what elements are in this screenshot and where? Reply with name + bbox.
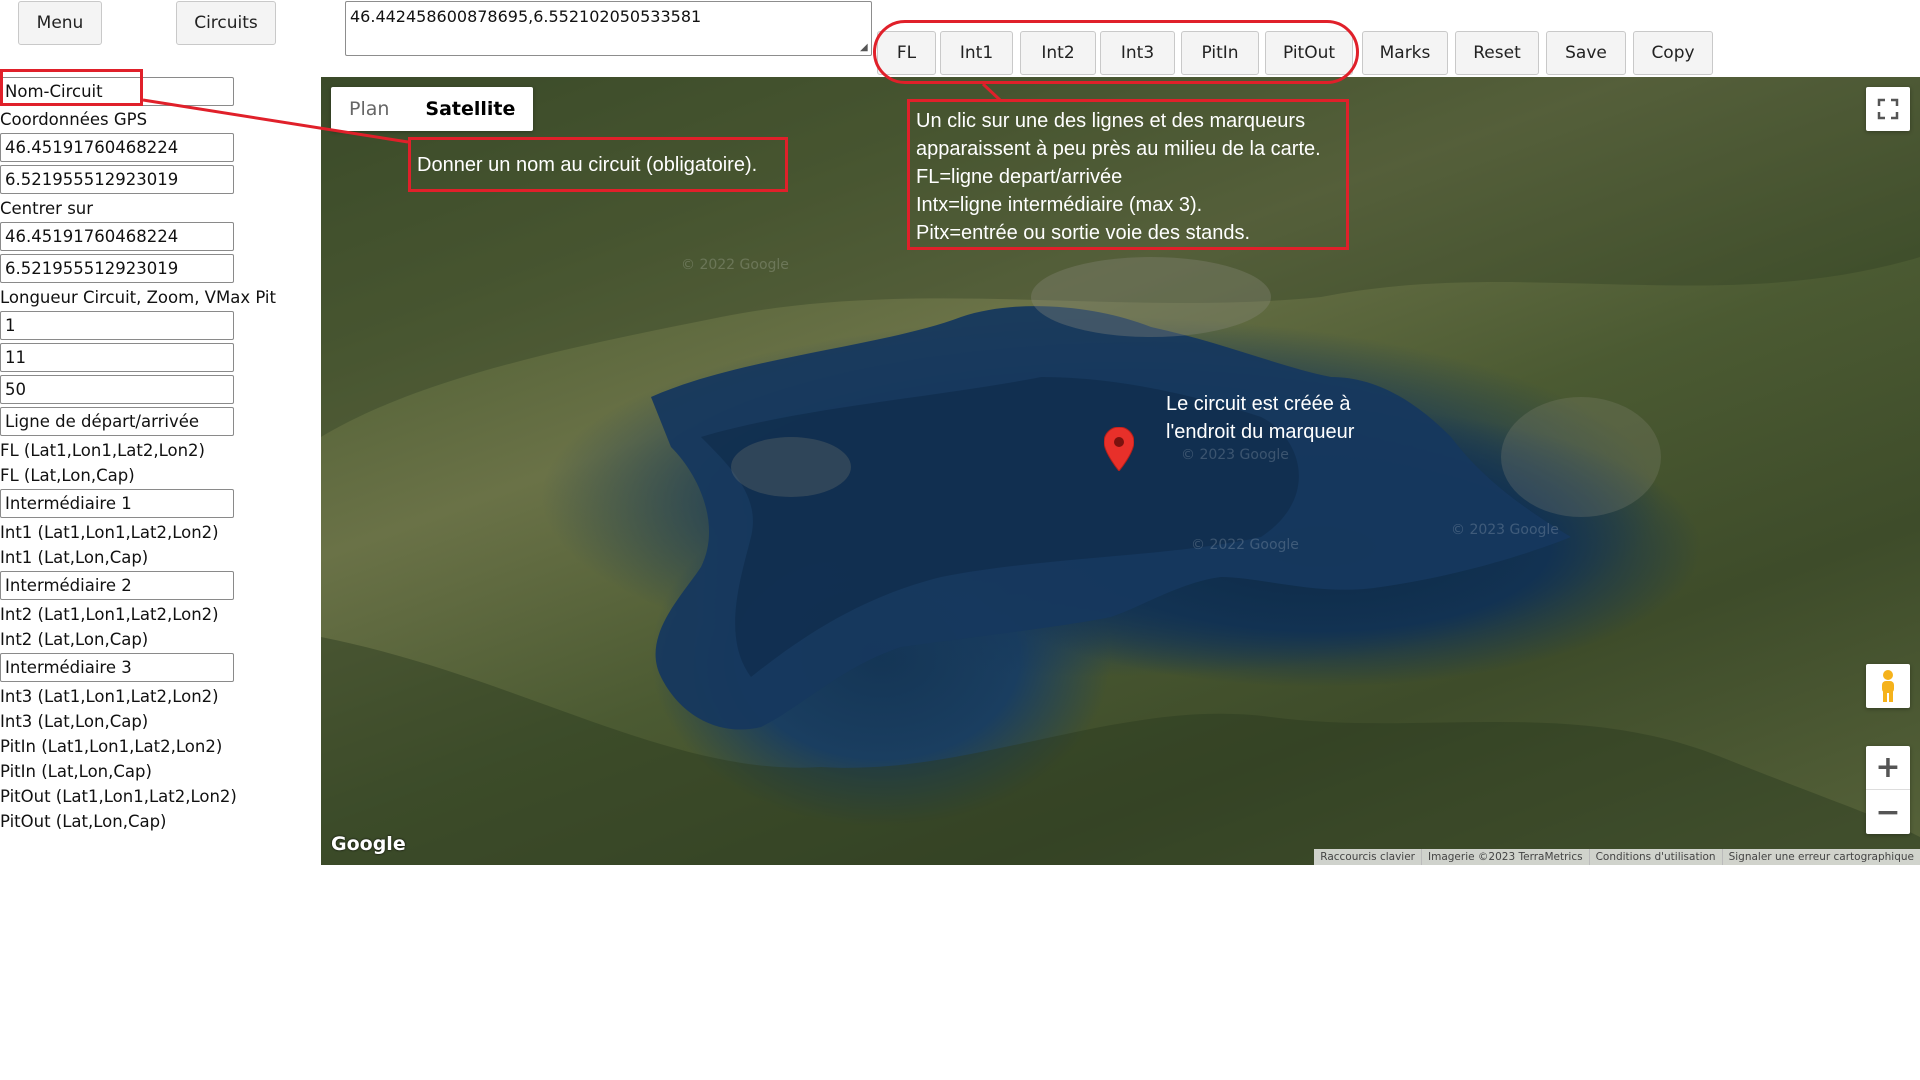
buttons-hint-line-4: Intx=ligne intermédiaire (max 3). <box>916 194 1203 216</box>
buttons-hint-line-2: apparaissent à peu près au milieu de la … <box>916 138 1321 160</box>
buttons-hint-line-3: FL=ligne depart/arrivée <box>916 166 1123 188</box>
line-buttons-highlight <box>873 20 1359 84</box>
buttons-hint-line-1: Un clic sur une des lignes et des marque… <box>916 110 1306 132</box>
buttons-hint-line-5: Pitx=entrée ou sortie voie des stands. <box>916 222 1251 244</box>
buttons-hint-box: Un clic sur une des lignes et des marque… <box>907 99 1349 250</box>
name-hint-box: Donner un nom au circuit (obligatoire). <box>408 137 788 192</box>
name-hint-text: Donner un nom au circuit (obligatoire). <box>417 154 758 176</box>
